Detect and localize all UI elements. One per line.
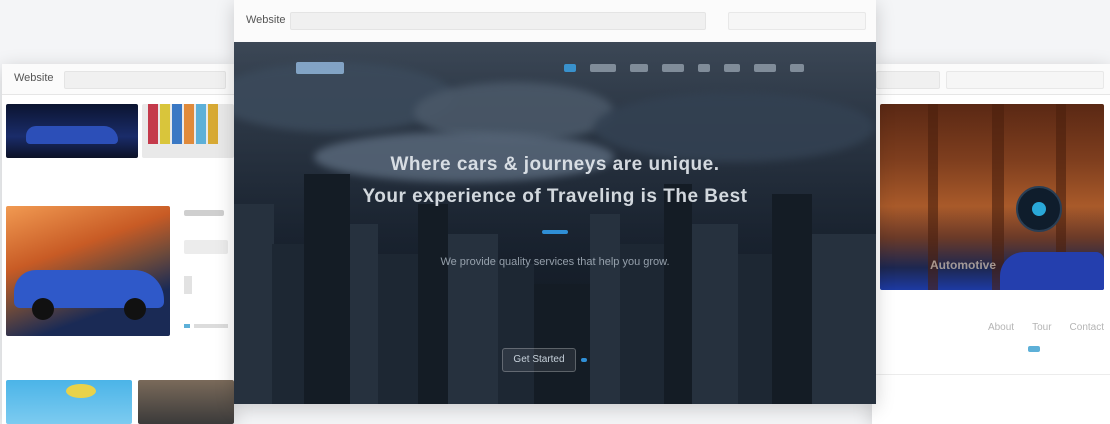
text-line bbox=[184, 210, 224, 216]
text-block bbox=[184, 276, 192, 294]
color-swatch-thumbnail[interactable] bbox=[142, 104, 234, 158]
featured-car-image[interactable] bbox=[6, 206, 170, 336]
nav-item[interactable] bbox=[790, 64, 804, 72]
hero-divider bbox=[542, 230, 568, 234]
nav-item[interactable] bbox=[724, 64, 740, 72]
interior-thumbnail[interactable] bbox=[138, 380, 234, 424]
address-bar[interactable] bbox=[64, 71, 226, 89]
browser-toolbar: Website bbox=[234, 0, 876, 43]
nav-item[interactable] bbox=[590, 64, 616, 72]
nav-item[interactable] bbox=[662, 64, 684, 72]
footer-link-tour[interactable]: Tour bbox=[1032, 322, 1051, 333]
hero-subtext: We provide quality services that help yo… bbox=[440, 256, 670, 268]
search-bar[interactable] bbox=[728, 12, 866, 30]
text-block bbox=[184, 240, 228, 254]
browser-toolbar bbox=[872, 64, 1110, 95]
nav-item-home[interactable] bbox=[564, 64, 576, 72]
pagination-indicator[interactable] bbox=[1028, 346, 1040, 352]
center-website-preview: Website Where cars & journeys are unique… bbox=[234, 0, 876, 404]
cta-accent bbox=[581, 358, 587, 362]
footer-links: About Tour Contact bbox=[962, 322, 1104, 333]
nav-item[interactable] bbox=[630, 64, 648, 72]
left-website-preview: Website bbox=[2, 64, 234, 424]
nav-item[interactable] bbox=[754, 64, 776, 72]
hero-video-banner[interactable]: Automotive bbox=[880, 104, 1104, 290]
address-bar[interactable] bbox=[876, 71, 940, 89]
hero-section: Where cars & journeys are unique. Your e… bbox=[234, 42, 876, 404]
site-logo[interactable] bbox=[296, 62, 344, 74]
footer-link-contact[interactable]: Contact bbox=[1070, 322, 1104, 333]
footer-link-about[interactable]: About bbox=[988, 322, 1014, 333]
nav-item[interactable] bbox=[698, 64, 710, 72]
get-started-button[interactable]: Get Started bbox=[502, 348, 587, 372]
browser-tab-title: Website bbox=[14, 72, 54, 84]
site-navbar bbox=[234, 42, 876, 96]
beach-thumbnail[interactable] bbox=[6, 380, 132, 424]
browser-toolbar: Website bbox=[2, 64, 234, 95]
hero-headline-line-2: Your experience of Traveling is The Best bbox=[362, 186, 748, 207]
address-bar[interactable] bbox=[290, 12, 706, 30]
hero-headline: Where cars & journeys are unique. bbox=[390, 154, 720, 175]
browser-tab-title: Website bbox=[246, 14, 286, 26]
divider bbox=[872, 374, 1110, 375]
link-accent bbox=[184, 324, 190, 328]
right-website-preview: Automotive About Tour Contact bbox=[872, 64, 1110, 424]
get-started-label: Get Started bbox=[513, 354, 565, 365]
banner-text: Automotive bbox=[930, 258, 996, 272]
search-bar[interactable] bbox=[946, 71, 1104, 89]
car-image bbox=[1000, 252, 1104, 290]
car-thumbnail[interactable] bbox=[6, 104, 138, 158]
text-line bbox=[194, 324, 228, 328]
play-button-icon[interactable] bbox=[1016, 186, 1062, 232]
